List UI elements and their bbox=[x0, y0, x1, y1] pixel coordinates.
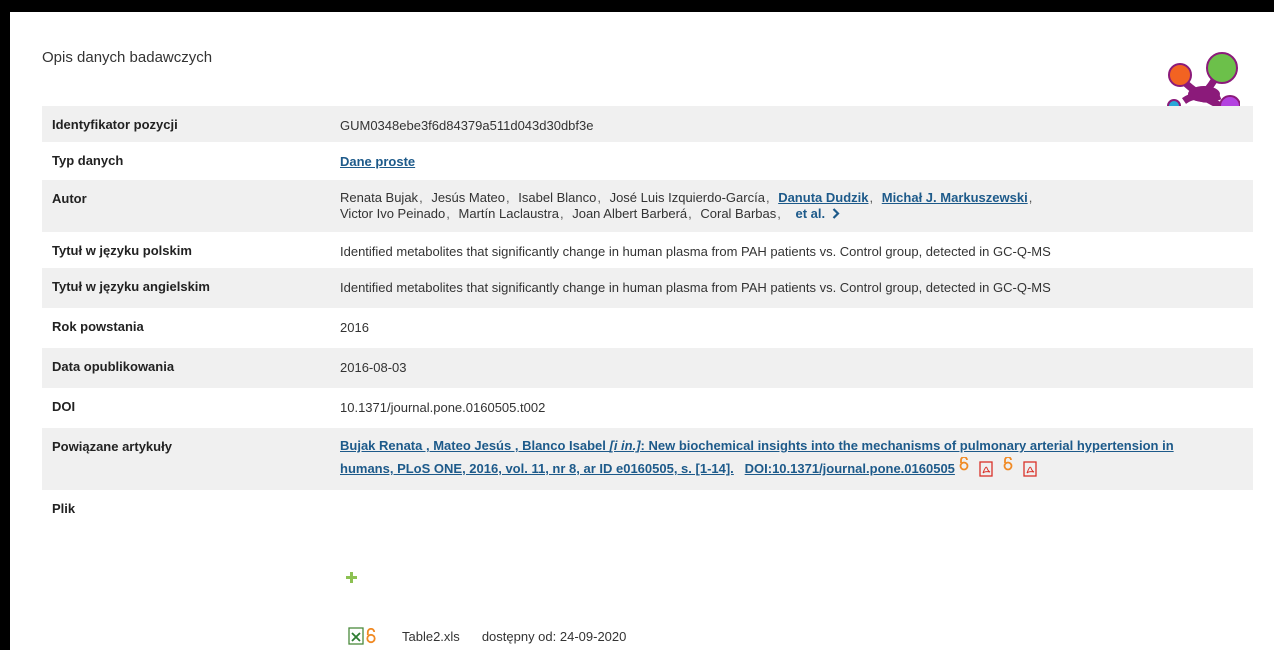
doi-value: 10.1371/journal.pone.0160505.t002 bbox=[340, 400, 546, 415]
row-doi: DOI 10.1371/journal.pone.0160505.t002 bbox=[42, 388, 1253, 428]
row-label: Rok powstania bbox=[52, 319, 144, 334]
row-title-en: Tytuł w języku angielskim Identified met… bbox=[42, 268, 1253, 308]
author-line-2: Victor Ivo Peinado, Martín Laclaustra, J… bbox=[340, 206, 1253, 222]
author-name: Martín Laclaustra bbox=[458, 206, 559, 221]
row-title-pl: Tytuł w języku polskim Identified metabo… bbox=[42, 232, 1253, 268]
author-name: José Luis Izquierdo-García bbox=[609, 190, 765, 205]
author-name: Jesús Mateo bbox=[431, 190, 506, 205]
row-label: Powiązane artykuły bbox=[52, 439, 172, 454]
et-al-button[interactable]: et al. bbox=[796, 206, 840, 221]
author-name: Joan Albert Barberá bbox=[572, 206, 688, 221]
excel-file-icon[interactable] bbox=[348, 627, 364, 645]
related-article-link[interactable]: Bujak Renata , Mateo Jesús , Blanco Isab… bbox=[340, 438, 1174, 453]
row-author: Autor Renata Bujak, Jesús Mateo, Isabel … bbox=[42, 180, 1253, 232]
open-access-icon[interactable] bbox=[366, 628, 376, 644]
author-name: Victor Ivo Peinado bbox=[340, 206, 446, 221]
chevron-right-icon bbox=[832, 208, 840, 219]
row-label: Typ danych bbox=[52, 153, 124, 168]
pdf-icon[interactable] bbox=[1023, 461, 1037, 477]
author-link[interactable]: Danuta Dudzik bbox=[778, 190, 868, 205]
identifier-value: GUM0348ebe3f6d84379a511d043d30dbf3e bbox=[340, 118, 594, 133]
section-title: Opis danych badawczych bbox=[42, 49, 213, 66]
row-label: Data opublikowania bbox=[52, 359, 175, 374]
title-pl-value: Identified metabolites that significantl… bbox=[340, 244, 1051, 259]
row-label: Identyfikator pozycji bbox=[52, 117, 178, 132]
row-year: Rok powstania 2016 bbox=[42, 308, 1253, 348]
expand-plus-icon[interactable] bbox=[346, 572, 357, 583]
related-line-2: humans, PLoS ONE, 2016, vol. 11, nr 8, a… bbox=[340, 457, 1253, 480]
row-label: Autor bbox=[52, 191, 87, 206]
row-identifier: Identyfikator pozycji GUM0348ebe3f6d8437… bbox=[42, 106, 1253, 142]
related-article-link-cont[interactable]: humans, PLoS ONE, 2016, vol. 11, nr 8, a… bbox=[340, 461, 734, 476]
metadata-table: Identyfikator pozycji GUM0348ebe3f6d8437… bbox=[42, 106, 1253, 530]
published-value: 2016-08-03 bbox=[340, 360, 407, 375]
author-link[interactable]: Michał J. Markuszewski bbox=[882, 190, 1028, 205]
row-label: Tytuł w języku angielskim bbox=[52, 279, 210, 294]
row-label: DOI bbox=[52, 399, 76, 414]
open-access-icon[interactable] bbox=[959, 457, 969, 471]
file-available-date: dostępny od: 24-09-2020 bbox=[481, 628, 627, 644]
row-published: Data opublikowania 2016-08-03 bbox=[42, 348, 1253, 388]
author-line-1: Renata Bujak, Jesús Mateo, Isabel Blanco… bbox=[340, 190, 1033, 205]
pdf-icon[interactable] bbox=[979, 461, 993, 477]
row-related-articles: Powiązane artykuły Bujak Renata , Mateo … bbox=[42, 428, 1253, 490]
related-doi-link[interactable]: DOI:10.1371/journal.pone.0160505 bbox=[745, 461, 955, 476]
row-type: Typ danych Dane proste bbox=[42, 142, 1253, 180]
author-name: Coral Barbas bbox=[700, 206, 777, 221]
year-value: 2016 bbox=[340, 320, 369, 335]
row-label: Tytuł w języku polskim bbox=[52, 243, 192, 258]
author-name: Isabel Blanco bbox=[518, 190, 597, 205]
data-type-link[interactable]: Dane proste bbox=[340, 154, 415, 169]
open-access-icon[interactable] bbox=[1003, 457, 1013, 471]
row-file: Plik bbox=[42, 490, 1253, 530]
row-label: Plik bbox=[52, 501, 76, 516]
title-en-value: Identified metabolites that significantl… bbox=[340, 280, 1051, 295]
page-frame: Opis danych badawczych Identyfikator poz… bbox=[10, 12, 1274, 650]
related-line-1: Bujak Renata , Mateo Jesús , Blanco Isab… bbox=[340, 434, 1253, 457]
file-entry: Table2.xls dostępny od: 24-09-2020 bbox=[348, 627, 626, 645]
file-name[interactable]: Table2.xls bbox=[402, 629, 460, 644]
author-name: Renata Bujak bbox=[340, 190, 419, 205]
